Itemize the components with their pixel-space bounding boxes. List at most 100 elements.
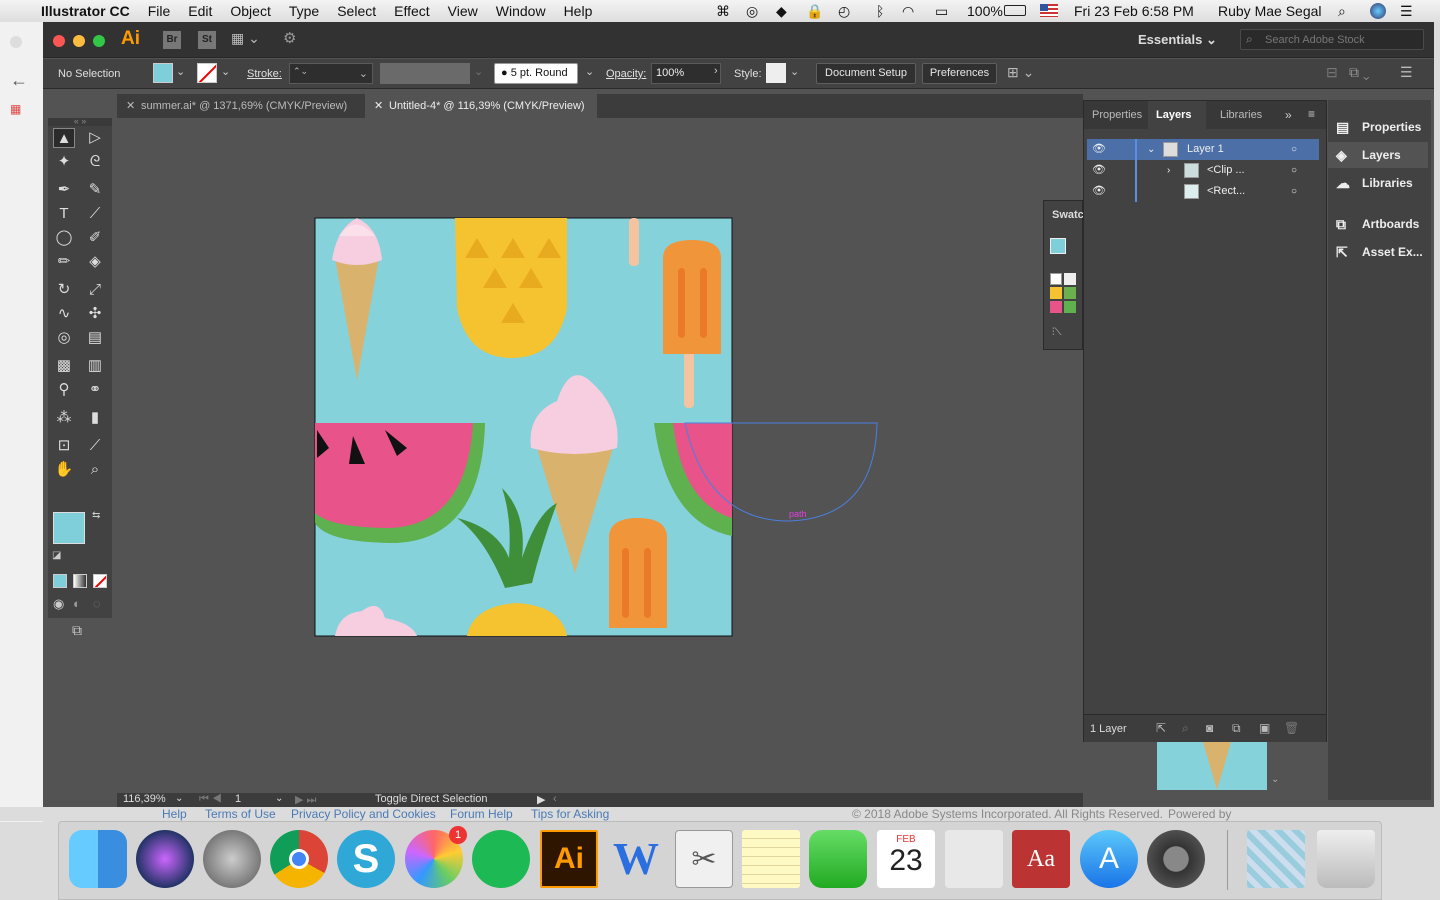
dock-layers[interactable]: ◈ Layers bbox=[1328, 142, 1428, 168]
swatch-green[interactable] bbox=[1064, 287, 1076, 299]
app-store-icon[interactable]: A bbox=[1080, 830, 1138, 888]
stroke-dropdown-arrow[interactable]: ⌄ bbox=[221, 65, 230, 78]
dock-asset-export[interactable]: ⇱ Asset Ex... bbox=[1328, 239, 1428, 265]
stroke-color-swatch[interactable] bbox=[197, 63, 217, 83]
brush-dropdown-arrow[interactable]: ⌄ bbox=[585, 65, 594, 78]
arrange-icon[interactable]: ⊞ ⌄ bbox=[1007, 64, 1034, 81]
bridge-button[interactable]: Br bbox=[163, 31, 181, 49]
artboard-number[interactable]: 1 bbox=[235, 793, 241, 805]
control-panel-menu-icon[interactable]: ☰ bbox=[1400, 64, 1413, 81]
new-sublayer-icon[interactable]: ⧉ bbox=[1232, 721, 1241, 736]
scale-tool-icon[interactable]: ⤢ bbox=[84, 280, 106, 300]
menu-edit[interactable]: Edit bbox=[179, 3, 221, 19]
footer-link-help[interactable]: Help bbox=[162, 807, 187, 821]
default-fill-stroke-icon[interactable]: ◪ bbox=[52, 550, 61, 561]
layer-row-layer-1[interactable]: 👁 ⌄ Layer 1 ○ bbox=[1087, 139, 1319, 160]
artboard-dropdown-arrow[interactable]: ⌄ bbox=[275, 793, 283, 804]
eraser-tool-icon[interactable]: ◈ bbox=[84, 252, 106, 272]
cc-status-icon[interactable]: ◎ bbox=[746, 3, 758, 20]
menu-file[interactable]: File bbox=[139, 3, 180, 19]
battery-icon[interactable] bbox=[1004, 5, 1026, 16]
menu-effect[interactable]: Effect bbox=[385, 3, 439, 19]
curvature-tool-icon[interactable]: ✎ bbox=[84, 180, 106, 200]
photos-icon[interactable]: 1 bbox=[405, 826, 467, 888]
siri-icon[interactable] bbox=[1370, 3, 1386, 19]
bluetooth-icon[interactable]: ᛒ bbox=[876, 3, 884, 19]
gpu-performance-icon[interactable]: ⚙ bbox=[283, 29, 296, 47]
swatch-none[interactable] bbox=[1050, 273, 1062, 285]
spotify-icon[interactable] bbox=[472, 830, 530, 888]
facetime-icon[interactable] bbox=[809, 830, 867, 888]
apps-icon[interactable]: ▦ bbox=[10, 102, 21, 116]
workspace-switcher[interactable]: Essentials ⌄ bbox=[1138, 32, 1217, 48]
lasso-tool-icon[interactable]: ᘓ bbox=[84, 152, 106, 172]
pen-tool-icon[interactable]: ✒ bbox=[53, 180, 75, 200]
visibility-eye-icon[interactable]: 👁 bbox=[1092, 160, 1106, 181]
gradient-mode-icon[interactable] bbox=[73, 574, 87, 588]
opacity-arrow[interactable]: › bbox=[714, 65, 718, 77]
line-tool-icon[interactable]: ⟋ bbox=[84, 204, 106, 224]
us-flag-icon[interactable] bbox=[1040, 4, 1058, 17]
menu-type[interactable]: Type bbox=[280, 3, 328, 19]
swatch-libraries-icon[interactable]: ⫶⟍ bbox=[1052, 327, 1062, 338]
swatch-pink[interactable] bbox=[1050, 301, 1062, 313]
tab-libraries[interactable]: Libraries bbox=[1220, 109, 1262, 121]
target-circle-icon[interactable]: ○ bbox=[1291, 139, 1297, 160]
skype-icon[interactable]: S bbox=[337, 830, 395, 888]
expand-chevron-icon[interactable]: ⌄ bbox=[1147, 139, 1155, 160]
close-window-button[interactable] bbox=[53, 35, 65, 47]
stock-button[interactable]: St bbox=[198, 31, 216, 49]
none-mode-icon[interactable] bbox=[93, 574, 107, 588]
status-hint[interactable]: Toggle Direct Selection bbox=[375, 793, 488, 805]
siri-dock-icon[interactable] bbox=[136, 830, 194, 888]
magic-wand-tool-icon[interactable]: ✦ bbox=[53, 152, 75, 172]
menu-help[interactable]: Help bbox=[555, 3, 602, 19]
collapse-panel-icon[interactable]: » bbox=[1285, 108, 1292, 122]
fill-color-box[interactable] bbox=[53, 512, 85, 544]
footer-link-forum-help[interactable]: Forum Help bbox=[450, 807, 513, 821]
target-circle-icon[interactable]: ○ bbox=[1291, 160, 1297, 181]
target-circle-icon[interactable]: ○ bbox=[1291, 181, 1297, 202]
first-artboard-icon[interactable]: ⏮ ◀ bbox=[199, 793, 222, 806]
airplay-icon[interactable]: ▭ bbox=[935, 3, 948, 20]
layer-row-rectangle[interactable]: 👁 <Rect... ○ bbox=[1087, 181, 1319, 202]
battery-percent[interactable]: 100% bbox=[967, 3, 1003, 19]
color-mode-icon[interactable] bbox=[53, 574, 67, 588]
tab-untitled-4[interactable]: ✕ Untitled-4* @ 116,39% (CMYK/Preview) bbox=[365, 94, 597, 118]
shape-builder-tool-icon[interactable]: ◎ bbox=[53, 328, 75, 348]
perspective-grid-tool-icon[interactable]: ▤ bbox=[84, 328, 106, 348]
tab-layers[interactable]: Layers bbox=[1148, 101, 1206, 129]
swatch-fill-indicator[interactable] bbox=[1050, 238, 1066, 254]
trash-icon[interactable] bbox=[1317, 830, 1375, 888]
new-layer-icon[interactable]: ▣ bbox=[1259, 721, 1270, 735]
ellipse-tool-icon[interactable]: ◯ bbox=[53, 228, 75, 248]
canvas-area[interactable]: path bbox=[117, 118, 1083, 794]
type-tool-icon[interactable]: T bbox=[53, 204, 75, 224]
launchpad-icon[interactable] bbox=[203, 830, 261, 888]
visibility-eye-icon[interactable]: 👁 bbox=[1092, 181, 1106, 202]
draw-behind-icon[interactable]: ◐ bbox=[73, 596, 81, 611]
system-preferences-icon[interactable] bbox=[1147, 830, 1205, 888]
spotlight-icon[interactable]: ⌕ bbox=[1338, 3, 1346, 20]
menu-view[interactable]: View bbox=[439, 3, 487, 19]
close-tab-icon[interactable]: ✕ bbox=[374, 94, 383, 118]
screen-mode-icon[interactable]: ⧉ bbox=[72, 622, 82, 639]
layer-name[interactable]: <Clip ... bbox=[1207, 160, 1245, 181]
creative-cloud-icon[interactable]: ⌘ bbox=[716, 3, 730, 20]
footer-link-terms[interactable]: Terms of Use bbox=[205, 807, 276, 821]
locate-object-icon[interactable]: ⌕ bbox=[1182, 721, 1189, 736]
menu-window[interactable]: Window bbox=[487, 3, 555, 19]
expand-chevron-icon[interactable]: › bbox=[1167, 160, 1170, 181]
swatch-dark-green[interactable] bbox=[1064, 301, 1076, 313]
footer-link-tips[interactable]: Tips for Asking bbox=[531, 807, 609, 821]
symbol-sprayer-tool-icon[interactable]: ⁂ bbox=[53, 408, 75, 428]
zoom-dropdown-arrow[interactable]: ⌄ bbox=[175, 793, 183, 804]
delete-layer-icon[interactable]: 🗑 bbox=[1284, 721, 1299, 735]
draw-normal-icon[interactable]: ◉ bbox=[53, 596, 64, 612]
minimize-window-button[interactable] bbox=[73, 35, 85, 47]
warp-tool-icon[interactable]: ∿ bbox=[53, 304, 75, 324]
document-setup-button[interactable]: Document Setup bbox=[816, 63, 916, 84]
fill-color-swatch[interactable] bbox=[153, 63, 173, 83]
stock-search-field[interactable]: ⌕ Search Adobe Stock bbox=[1240, 29, 1424, 50]
paintbrush-tool-icon[interactable]: ✐ bbox=[84, 228, 106, 248]
